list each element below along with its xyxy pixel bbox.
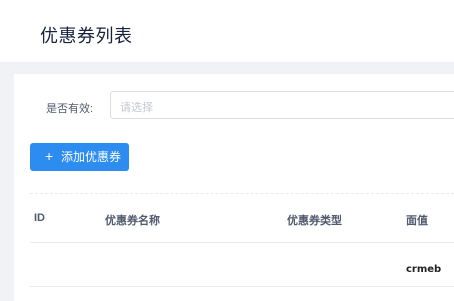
page-header: 优惠券列表 [0,0,454,62]
add-coupon-label: 添加优惠券 [61,150,122,164]
add-coupon-button[interactable]: + 添加优惠券 [30,143,129,171]
column-header-type: 优惠券类型 [287,215,342,227]
crmeb-logo-text: crmeb [406,264,441,275]
divider [30,193,454,194]
select-placeholder: 请选择 [120,102,153,114]
crmeb-logo: crmeb [406,264,441,275]
column-header-value: 面值 [406,215,428,227]
valid-filter-label: 是否有效: [46,103,94,115]
page-title: 优惠券列表 [40,26,133,46]
coupon-list-card: 是否有效: 请选择 + 添加优惠券 ID 优惠券名称 优惠券类型 面值 crme… [14,74,454,301]
plus-icon: + [45,148,54,164]
column-header-name: 优惠券名称 [105,215,160,227]
table-row-divider [30,242,454,243]
table-row-divider-bottom [30,286,454,287]
valid-filter-select[interactable]: 请选择 [110,91,454,119]
column-header-id: ID [34,212,45,224]
